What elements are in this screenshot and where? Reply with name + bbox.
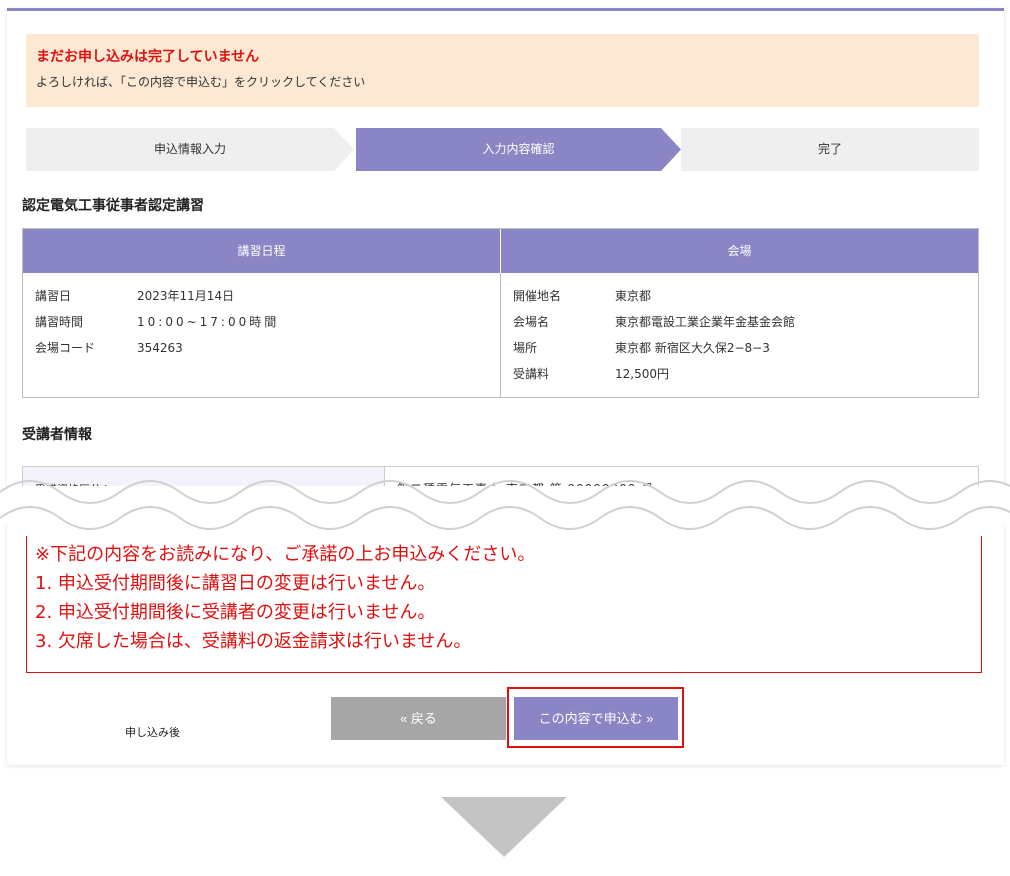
after-apply-label: 申し込み後 xyxy=(125,726,180,739)
detail-row: 講習時間 10:00~17:00時間 xyxy=(35,315,280,329)
terms-item: 1. 申込受付期間後に講習日の変更は行いません。 xyxy=(35,573,436,594)
step-confirm: 入力内容確認 xyxy=(356,128,681,171)
detail-row: 開催地名 東京都 xyxy=(513,289,652,303)
schedule-details: 講習日 2023年11月14日 講習時間 10:00~17:00時間 会場コード 35… xyxy=(23,273,501,397)
progress-steps: 申込情報入力 入力内容確認 完了 xyxy=(26,128,979,171)
incomplete-notice: まだお申し込みは完了していません よろしければ、「この内容で申込む」をクリックし… xyxy=(26,34,979,107)
detail-row: 会場コード 354263 xyxy=(35,341,183,355)
detail-row: 会場名 東京都電設工業企業年金基金会館 xyxy=(513,315,796,329)
schedule-header: 講習日程 xyxy=(23,229,501,273)
terms-item: 2. 申込受付期間後に受講者の変更は行いません。 xyxy=(35,602,436,623)
detail-row: 受講料 12,500円 xyxy=(513,367,669,381)
notice-text: よろしければ、「この内容で申込む」をクリックしてください xyxy=(36,75,366,89)
detail-row: 講習日 2023年11月14日 xyxy=(35,289,235,303)
terms-box: ※下記の内容をお読みになり、ご承諾の上お申込みください。 1. 申込受付期間後に… xyxy=(26,536,982,673)
down-arrow-icon xyxy=(441,797,567,857)
venue-header: 会場 xyxy=(727,244,752,258)
notice-title: まだお申し込みは完了していません xyxy=(36,49,260,65)
schedule-venue-table: 講習日程 会場 講習日 2023年11月14日 講習時間 10:00~17:00時間… xyxy=(22,228,979,398)
terms-item: 3. 欠席した場合は、受講料の返金請求は行いません。 xyxy=(35,631,472,652)
back-button[interactable]: « 戻る xyxy=(331,697,506,740)
step-complete: 完了 xyxy=(681,128,979,171)
submit-button[interactable]: この内容で申込む » xyxy=(514,697,678,740)
terms-intro: ※下記の内容をお読みになり、ご承諾の上お申込みください。 xyxy=(35,544,536,565)
omission-wave-divider xyxy=(0,480,1010,530)
step-input: 申込情報入力 xyxy=(26,128,354,171)
course-title: 認定電気工事従事者認定講習 xyxy=(22,198,204,214)
attendee-section-title: 受講者情報 xyxy=(22,427,92,443)
venue-details: 開催地名 東京都 会場名 東京都電設工業企業年金基金会館 場所 東京都 新宿区大久保2… xyxy=(501,273,807,397)
detail-row: 場所 東京都 新宿区大久保2−8−3 xyxy=(513,341,770,355)
